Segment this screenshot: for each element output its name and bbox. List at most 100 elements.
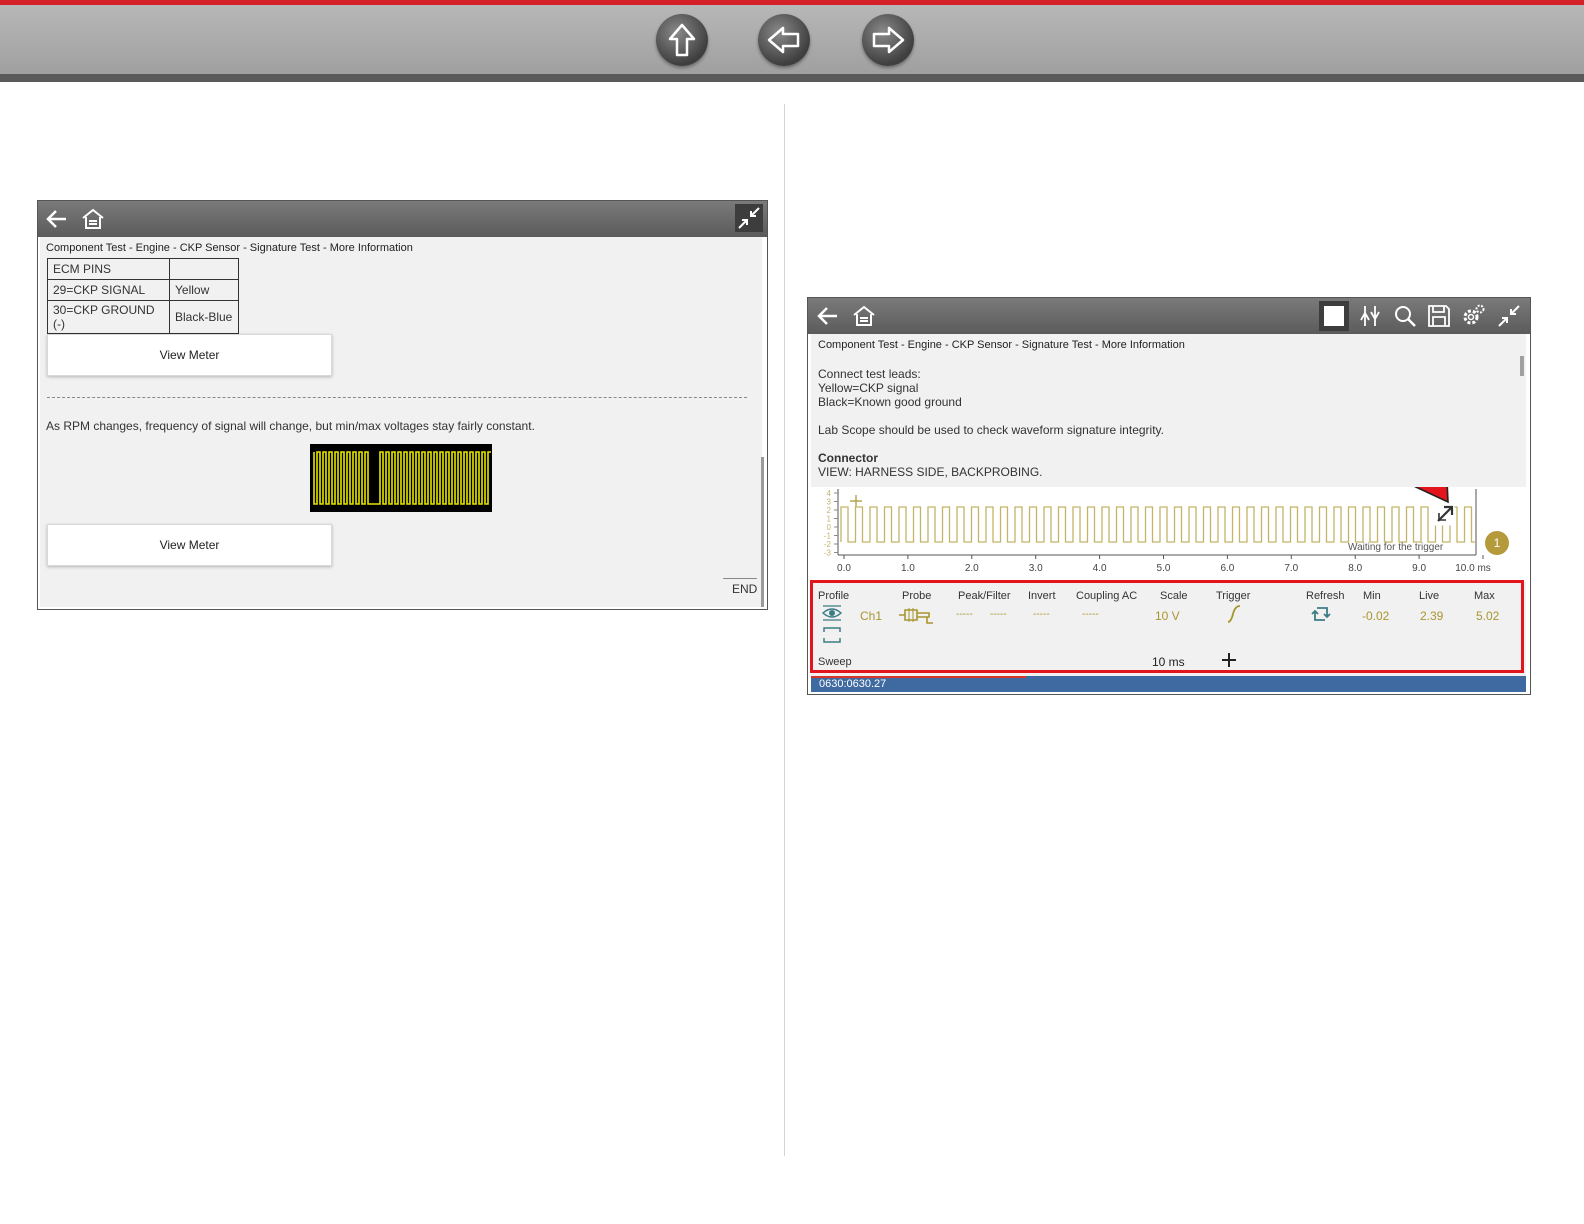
sweep-label: Sweep (818, 656, 852, 668)
header-profile: Profile (818, 590, 850, 602)
trigger-slope-icon[interactable] (1225, 604, 1243, 624)
zoom-icon[interactable] (1392, 303, 1418, 329)
collapse-button[interactable] (735, 204, 763, 232)
device-toolbar (808, 298, 1530, 334)
table-cell: ECM PINS (47, 258, 170, 280)
left-device-screenshot: Component Test - Engine - CKP Sensor - S… (37, 200, 768, 610)
lab-scope-note: Lab Scope should be used to check wavefo… (818, 423, 1164, 437)
x-tick-label: 9.0 (1412, 563, 1426, 574)
min-value: -0.02 (1362, 609, 1390, 623)
status-text: 0630:0630.27 (819, 678, 887, 690)
peak-value-b[interactable]: ----- (990, 609, 1007, 620)
breadcrumb: Component Test - Engine - CKP Sensor - S… (46, 242, 413, 254)
header-max: Max (1474, 590, 1495, 602)
connector-title: Connector (818, 451, 878, 465)
end-rule (723, 578, 757, 579)
breadcrumb: Component Test - Engine - CKP Sensor - S… (818, 339, 1185, 351)
invert-value[interactable]: ----- (1033, 609, 1050, 620)
x-tick-label: 5.0 (1157, 563, 1171, 574)
table-row: 30=CKP GROUND (-) Black-Blue (47, 300, 239, 334)
refresh-icon[interactable] (1311, 604, 1331, 624)
left-arrow-icon (767, 26, 800, 54)
stop-button[interactable] (1319, 301, 1349, 331)
channel-name[interactable]: Ch1 (860, 609, 882, 623)
table-cell: Yellow (169, 279, 239, 301)
up-arrow-icon (668, 23, 696, 57)
lead-black: Black=Known good ground (818, 395, 962, 409)
header-trigger: Trigger (1216, 590, 1251, 602)
ecm-pins-table: ECM PINS 29=CKP SIGNAL Yellow 30=CKP GRO… (47, 258, 239, 334)
sweep-value[interactable]: 10 ms (1152, 655, 1185, 669)
separator (47, 397, 747, 398)
scrollbar[interactable] (1520, 356, 1524, 376)
stop-icon (1324, 306, 1344, 326)
scope-graph: 0.0 1.0 2.0 3.0 4.0 5.0 6.0 7.0 8.0 9.0 10.0 ms 43… (811, 487, 1526, 582)
scale-value[interactable]: 10 V (1155, 609, 1180, 623)
channel-marker-label: 1 (1494, 536, 1501, 550)
up-button[interactable] (656, 14, 708, 66)
back-arrow-icon[interactable] (815, 303, 841, 329)
view-meter-button[interactable]: View Meter (47, 524, 332, 566)
back-arrow-icon[interactable] (44, 206, 70, 232)
eye-icon[interactable] (822, 604, 842, 622)
leads-title: Connect test leads: (818, 367, 921, 381)
table-row: 29=CKP SIGNAL Yellow (47, 279, 239, 301)
trigger-status: Waiting for the trigger (1348, 542, 1444, 553)
header-probe: Probe (902, 590, 932, 602)
collapse-icon[interactable] (1496, 303, 1522, 329)
x-tick-label: 4.0 (1093, 563, 1107, 574)
live-value: 2.39 (1420, 609, 1444, 623)
home-icon[interactable] (851, 303, 877, 329)
collapse-icon (738, 207, 760, 229)
accent-line (0, 0, 1584, 5)
view-meter-button[interactable]: View Meter (47, 334, 332, 376)
max-value: 5.02 (1476, 609, 1500, 623)
status-bar: 0630:0630.27 (811, 676, 1526, 692)
bracket-icon[interactable] (822, 626, 842, 644)
x-tick-label: 6.0 (1220, 563, 1234, 574)
forward-button[interactable] (862, 14, 914, 66)
end-label: END (732, 582, 758, 596)
x-tick-label: 0.0 (837, 563, 851, 574)
x-tick-label: 1.0 (901, 563, 915, 574)
home-icon[interactable] (80, 206, 106, 232)
waveform-image (310, 444, 492, 512)
info-panel: Component Test - Engine - CKP Sensor - S… (40, 237, 764, 607)
device-toolbar (38, 201, 767, 237)
peak-value-a[interactable]: ----- (956, 609, 973, 620)
x-tick-label: 8.0 (1348, 563, 1362, 574)
lead-yellow: Yellow=CKP signal (818, 381, 919, 395)
probe-icon[interactable] (897, 604, 937, 626)
table-cell: 29=CKP SIGNAL (47, 279, 170, 301)
header-refresh: Refresh (1306, 590, 1345, 602)
x-tick-label: 3.0 (1029, 563, 1043, 574)
header-scale: Scale (1160, 590, 1188, 602)
y-tick-label: -3 (824, 549, 832, 558)
table-cell: 30=CKP GROUND (-) (47, 300, 170, 334)
top-navigation-bar (0, 0, 1584, 82)
x-tick-label: 10.0 ms (1455, 563, 1491, 574)
back-button[interactable] (758, 14, 810, 66)
channel-controls-highlight: Profile Probe Peak/Filter Invert Couplin… (810, 580, 1524, 673)
right-device-screenshot: Component Test - Engine - CKP Sensor - S… (807, 297, 1531, 695)
header-coupling: Coupling AC (1076, 590, 1138, 602)
scrollbar[interactable] (761, 457, 764, 607)
header-min: Min (1363, 590, 1381, 602)
x-tick-label: 2.0 (965, 563, 979, 574)
header-invert: Invert (1028, 590, 1056, 602)
cursors-icon[interactable] (1357, 303, 1383, 329)
settings-icon[interactable] (1460, 303, 1486, 329)
description-text: As RPM changes, frequency of signal will… (46, 419, 535, 433)
header-peak-filter: Peak/Filter (958, 590, 1011, 602)
add-icon[interactable] (1221, 652, 1237, 668)
info-panel: Component Test - Engine - CKP Sensor - S… (810, 334, 1526, 692)
right-arrow-icon (872, 26, 905, 54)
table-cell: Black-Blue (169, 300, 239, 334)
table-cell (169, 258, 239, 280)
nav-bottom-border (0, 74, 1584, 82)
save-icon[interactable] (1426, 303, 1452, 329)
coupling-value[interactable]: ----- (1082, 609, 1099, 620)
expand-graph-icon[interactable] (1433, 504, 1455, 526)
connector-view: VIEW: HARNESS SIDE, BACKPROBING. (818, 465, 1043, 479)
table-row: ECM PINS (47, 258, 239, 280)
